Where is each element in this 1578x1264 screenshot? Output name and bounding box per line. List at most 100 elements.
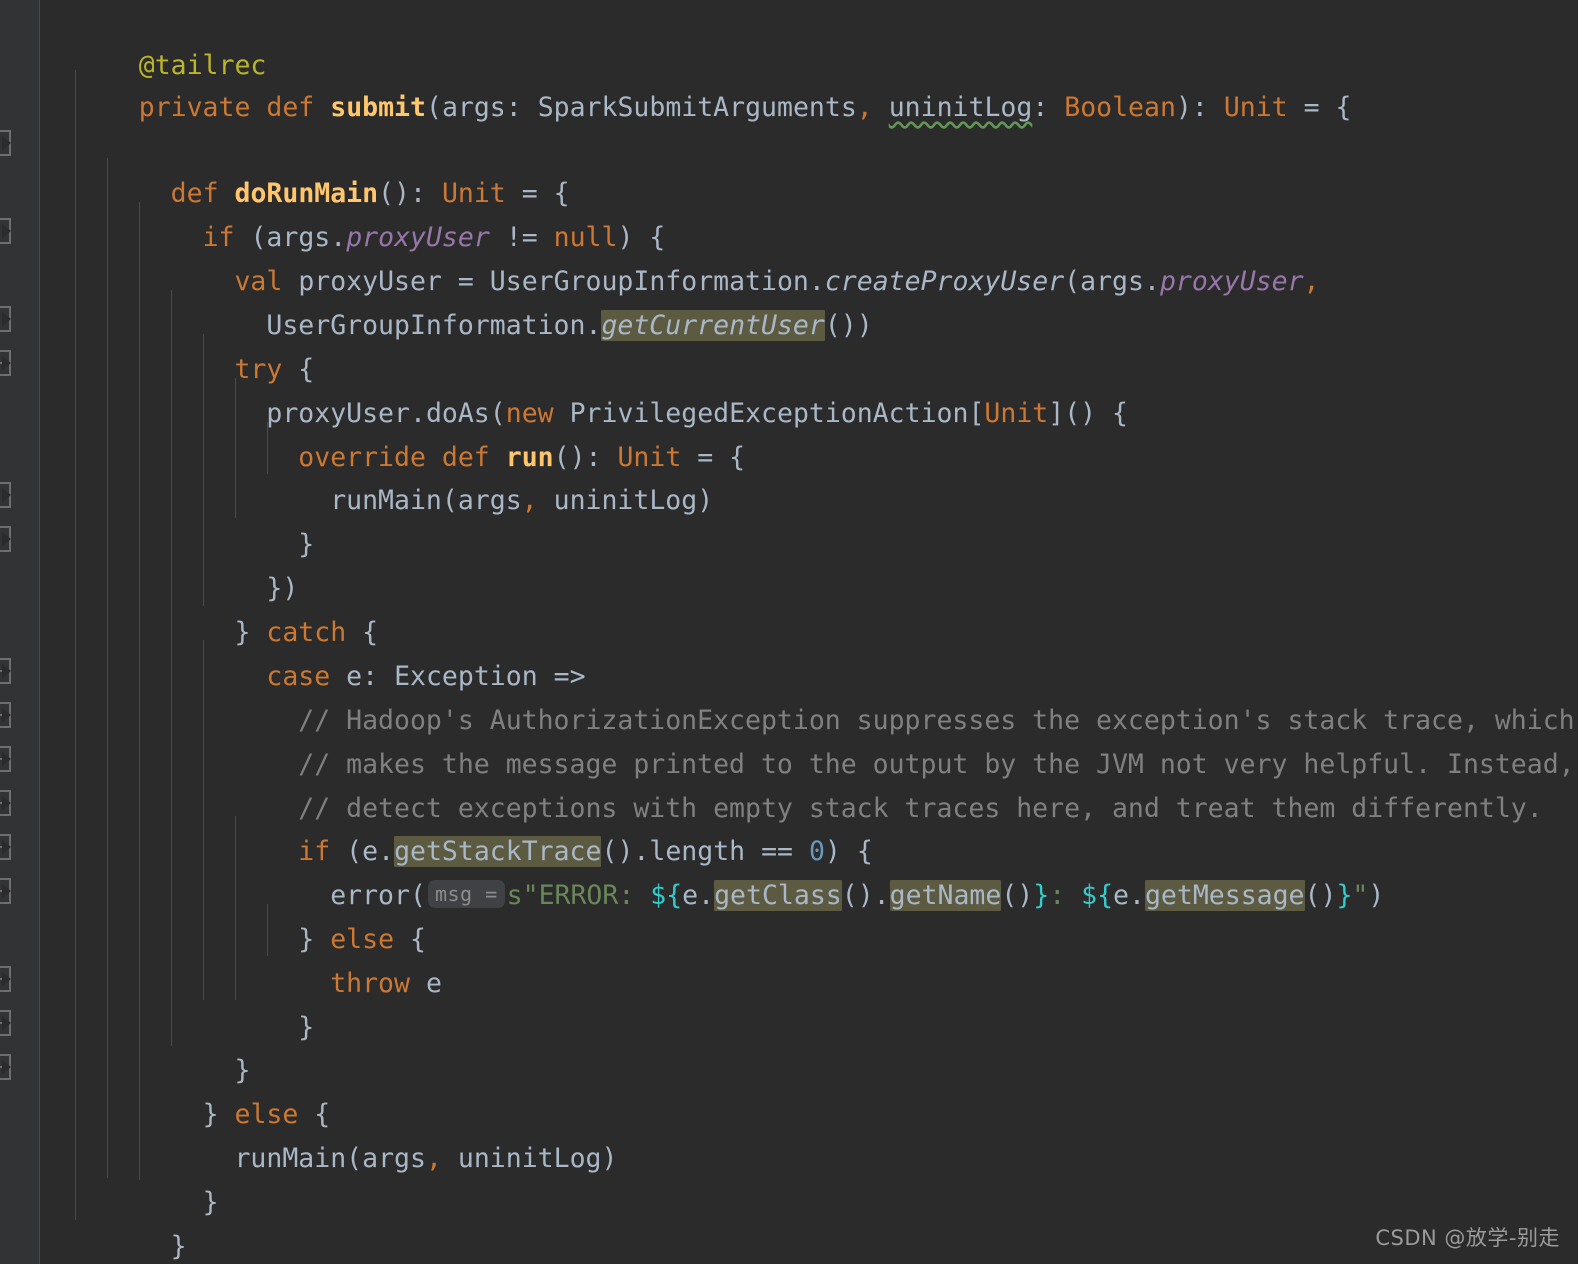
code-line[interactable]: }) — [43, 523, 298, 604]
code-line[interactable]: // detect exceptions with empty stack tr… — [43, 743, 1542, 824]
ident-args: args — [1080, 266, 1144, 297]
code-line[interactable]: if (e.getStackTrace().length == 0) { — [43, 786, 873, 867]
ident-e: e — [425, 968, 442, 999]
editor-gutter[interactable] — [0, 0, 40, 1264]
code-line[interactable]: } else { — [43, 1049, 331, 1130]
interpolation-close: } — [1336, 880, 1353, 911]
code-line[interactable]: if (args.proxyUser != null) { — [43, 172, 666, 253]
code-line[interactable]: // makes the message printed to the outp… — [43, 699, 1574, 780]
type-unit: Unit — [1223, 92, 1288, 123]
paren-open: ( — [346, 1143, 363, 1174]
gutter-fold-marker[interactable] — [0, 526, 11, 552]
gutter-fold-marker[interactable] — [0, 130, 11, 156]
keyword-throw: throw — [330, 968, 410, 999]
gutter-fold-marker[interactable] — [0, 966, 11, 992]
arg-args: args — [362, 1143, 426, 1174]
string-literal-quote: " — [1352, 880, 1369, 911]
gutter-fold-marker[interactable] — [0, 746, 11, 772]
bracket-open: [ — [968, 398, 985, 429]
paren-open: ( — [441, 485, 458, 516]
colon: : — [505, 92, 538, 123]
colon: : — [1191, 92, 1224, 123]
inlay-hint-msg[interactable]: msg = — [427, 880, 505, 908]
comma: , — [856, 92, 873, 123]
dot: . — [585, 310, 602, 341]
paren-open: ( — [425, 92, 442, 123]
paren-open: ( — [1064, 266, 1081, 297]
colon: : — [1032, 92, 1065, 123]
interpolation-open: ${ — [650, 880, 683, 911]
code-line[interactable]: } — [43, 1005, 250, 1086]
comma: , — [425, 1143, 442, 1174]
ident-e: e. — [682, 880, 715, 911]
parens: () — [1304, 880, 1337, 911]
comma: , — [1303, 266, 1320, 297]
method-call-runmain: runMain — [330, 485, 442, 516]
string-literal-colon: : — [1049, 880, 1082, 911]
method-call-getclass: getClass — [714, 880, 842, 911]
code-line[interactable]: error(msg = s"ERROR: ${e.getClass().getNa… — [43, 830, 1384, 911]
type-unit: Unit — [984, 398, 1049, 429]
gutter-fold-marker[interactable] — [0, 306, 11, 332]
interpolation-close: } — [1033, 880, 1050, 911]
gutter-fold-marker[interactable] — [0, 1010, 11, 1036]
paren-close: ) — [697, 485, 714, 516]
arg-uninitlog: uninitLog — [457, 1143, 602, 1174]
keyword-private: private — [138, 92, 251, 123]
code-line[interactable]: } — [43, 479, 314, 560]
method-call-getmessage: getMessage — [1144, 880, 1305, 911]
gutter-fold-marker[interactable] — [0, 350, 11, 376]
type-spark-submit-arguments: SparkSubmitArguments — [537, 92, 857, 123]
code-line[interactable]: proxyUser.doAs(new PrivilegedExceptionAc… — [43, 348, 1128, 429]
gutter-fold-marker[interactable] — [0, 1054, 11, 1080]
arg-uninitlog: uninitLog — [553, 485, 698, 516]
parens: ()) — [824, 310, 873, 341]
code-line[interactable]: override def run(): Unit = { — [43, 392, 745, 473]
method-call-runmain: runMain — [234, 1143, 347, 1174]
paren-close: ) — [1368, 880, 1385, 911]
gutter-fold-marker[interactable] — [0, 790, 11, 816]
brace-close: } — [202, 1187, 219, 1218]
code-line[interactable]: runMain(args, uninitLog) — [43, 1093, 617, 1174]
field-proxyuser: proxyUser — [1159, 266, 1304, 297]
param-uninitlog: uninitLog — [888, 92, 1033, 123]
dot: . — [1143, 266, 1160, 297]
gutter-fold-marker[interactable] — [0, 702, 11, 728]
gutter-fold-marker[interactable] — [0, 834, 11, 860]
method-call-getname: getName — [889, 880, 1002, 911]
code-line[interactable]: } — [43, 962, 314, 1043]
code-line[interactable]: } — [43, 1137, 219, 1218]
parens: () — [1001, 880, 1034, 911]
code-line[interactable]: @tailrec — [43, 0, 267, 81]
code-line[interactable]: throw e — [43, 918, 442, 999]
code-editor[interactable]: @tailrec private def submit(args: SparkS… — [0, 0, 1578, 1264]
code-line[interactable]: private def submit(args: SparkSubmitArgu… — [43, 42, 1352, 123]
code-line[interactable]: } — [43, 1181, 187, 1262]
code-line[interactable]: } else { — [43, 874, 426, 955]
code-line[interactable]: runMain(args, uninitLog) — [43, 435, 713, 516]
code-line[interactable]: UserGroupInformation.getCurrentUser()) — [43, 260, 873, 341]
gutter-fold-marker[interactable] — [0, 658, 11, 684]
code-surface[interactable]: @tailrec private def submit(args: SparkS… — [41, 0, 1578, 1264]
code-line[interactable]: case e: Exception => — [43, 611, 585, 692]
gutter-fold-marker[interactable] — [0, 482, 11, 508]
parens: () — [841, 880, 874, 911]
assign: = { — [1287, 92, 1352, 123]
code-line[interactable]: val proxyUser = UserGroupInformation.cre… — [43, 216, 1319, 297]
arg-args: args — [457, 485, 522, 516]
code-line[interactable]: // Hadoop's AuthorizationException suppr… — [43, 655, 1574, 736]
bracket-close: ]() { — [1048, 398, 1129, 429]
gutter-fold-marker[interactable] — [0, 218, 11, 244]
brace-close: } — [298, 529, 315, 560]
paren-close: ) — [601, 1143, 618, 1174]
code-line[interactable]: } catch { — [43, 567, 378, 648]
code-line[interactable]: def doRunMain(): Unit = { — [43, 128, 570, 209]
code-line[interactable]: try { — [43, 304, 314, 385]
gutter-fold-marker[interactable] — [0, 878, 11, 904]
